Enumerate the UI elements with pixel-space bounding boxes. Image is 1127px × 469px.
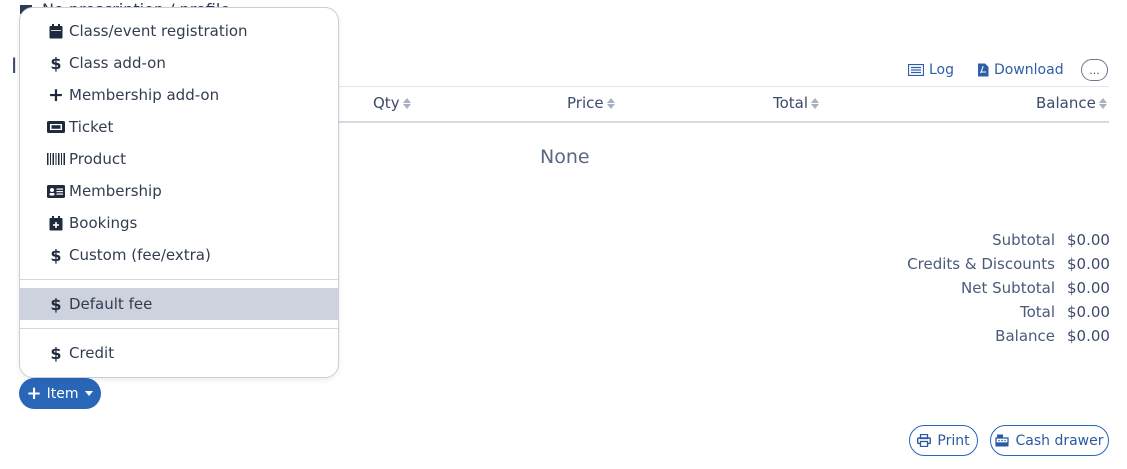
list-icon [908,64,924,76]
menu-divider [20,279,338,280]
ticket-icon [44,121,68,133]
empty-table-message: None [540,146,590,168]
sort-icon [811,97,820,109]
menu-item-default-fee[interactable]: $ Default fee [20,288,338,320]
calendar-plus-icon [44,215,68,231]
caret-down-icon [85,391,94,396]
id-card-icon [44,184,68,198]
summary-row-balance: Balance $0.00 [995,327,1110,345]
sort-icon [1098,97,1107,109]
menu-item-membership[interactable]: Membership [20,175,338,207]
menu-item-custom-fee-extra[interactable]: $ Custom (fee/extra) [20,239,338,271]
more-options-button[interactable]: ... [1081,59,1108,81]
dollar-icon: $ [50,343,62,363]
cash-drawer-button[interactable]: Cash drawer [990,425,1109,456]
totals-summary: Subtotal $0.00 Credits & Discounts $0.00 N… [907,228,1110,348]
menu-item-ticket[interactable]: Ticket [20,111,338,143]
section-heading: I [11,54,18,78]
sort-icon [402,97,411,109]
plus-icon: + [48,84,64,106]
summary-row-credits-discounts: Credits & Discounts $0.00 [907,255,1110,273]
column-header-balance[interactable]: Balance [1036,94,1107,112]
dollar-icon: $ [50,53,62,73]
menu-item-class-add-on[interactable]: $ Class add-on [20,47,338,79]
menu-divider [20,328,338,329]
menu-item-bookings[interactable]: Bookings [20,207,338,239]
log-link[interactable]: Log [908,62,954,78]
menu-item-product[interactable]: Product [20,143,338,175]
printer-icon [917,434,932,447]
dollar-icon: $ [50,294,62,314]
sort-icon [606,97,615,109]
summary-row-net-subtotal: Net Subtotal $0.00 [961,279,1110,297]
summary-row-subtotal: Subtotal $0.00 [992,231,1110,249]
download-link[interactable]: Download [977,62,1064,78]
pdf-file-icon [978,63,989,77]
print-button[interactable]: Print [909,425,978,456]
menu-item-membership-add-on[interactable]: + Membership add-on [20,79,338,111]
summary-row-total: Total $0.00 [1019,303,1110,321]
column-header-total[interactable]: Total [773,94,820,112]
dollar-icon: $ [50,245,62,265]
column-header-price[interactable]: Price [567,94,615,112]
column-header-qty[interactable]: Qty [373,94,411,112]
add-item-dropdown-menu: Class/event registration $ Class add-on … [19,7,339,378]
barcode-icon [44,153,68,165]
add-item-button[interactable]: + Item [19,378,101,409]
menu-item-credit[interactable]: $ Credit [20,337,338,369]
calendar-icon [44,23,68,39]
plus-icon: + [26,382,42,404]
menu-item-class-event-registration[interactable]: Class/event registration [20,15,338,47]
cash-register-icon [995,434,1010,447]
